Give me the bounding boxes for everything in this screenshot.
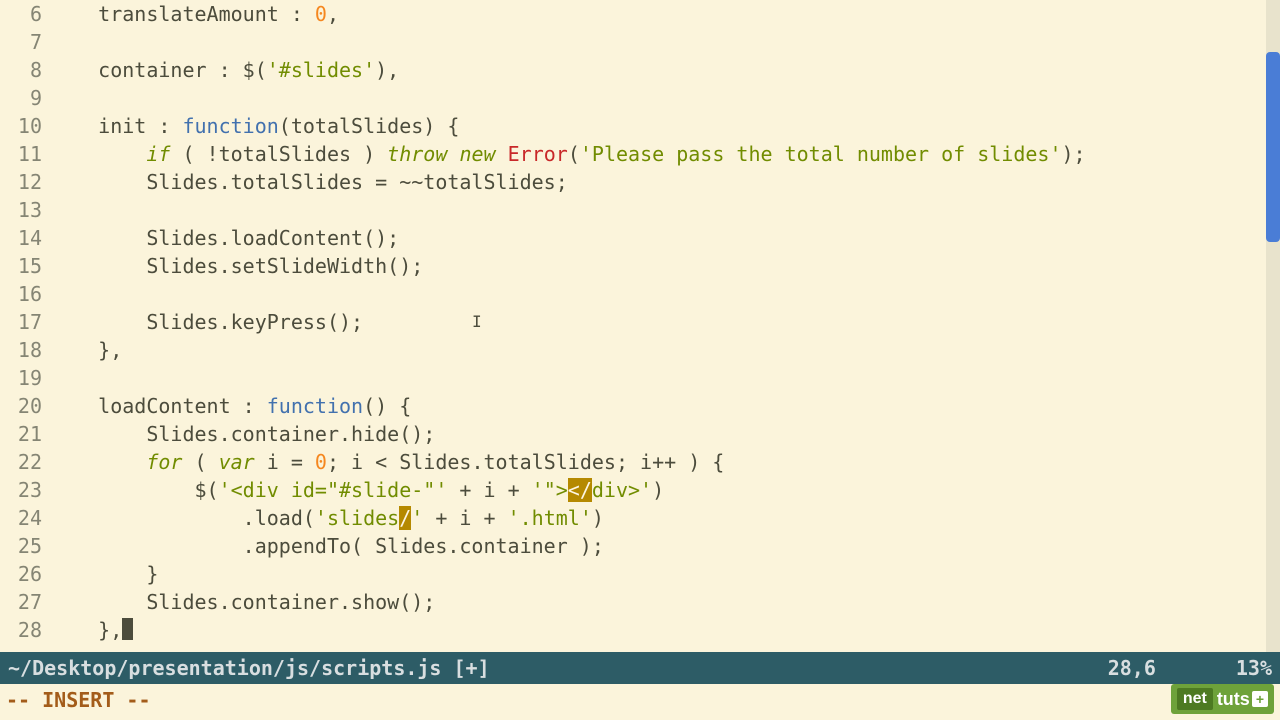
search-highlight: / (399, 506, 411, 530)
line-number: 22 (0, 448, 42, 476)
line-number: 19 (0, 364, 42, 392)
file-path: ~/Desktop/presentation/js/scripts.js [+] (8, 656, 490, 680)
editor-viewport[interactable]: 6 7 8 9 10 11 12 13 14 15 16 17 18 19 20… (0, 0, 1280, 652)
search-highlight: < (568, 478, 580, 502)
line-number: 15 (0, 252, 42, 280)
line-number: 21 (0, 420, 42, 448)
line-number: 18 (0, 336, 42, 364)
status-bar: ~/Desktop/presentation/js/scripts.js [+]… (0, 652, 1280, 684)
vertical-scrollbar[interactable] (1266, 0, 1280, 652)
line-number: 17 (0, 308, 42, 336)
scroll-percent: 13% (1236, 656, 1272, 680)
line-number: 13 (0, 196, 42, 224)
line-number: 8 (0, 56, 42, 84)
line-number: 16 (0, 280, 42, 308)
cursor-position: 28,6 (1108, 656, 1156, 680)
line-number: 25 (0, 532, 42, 560)
line-number: 27 (0, 588, 42, 616)
line-number-gutter: 6 7 8 9 10 11 12 13 14 15 16 17 18 19 20… (0, 0, 50, 652)
line-number: 12 (0, 168, 42, 196)
text-cursor (122, 618, 133, 640)
line-number: 26 (0, 560, 42, 588)
line-number: 6 (0, 0, 42, 28)
mode-line: -- INSERT -- net tuts + (0, 684, 1280, 720)
line-number: 14 (0, 224, 42, 252)
line-number: 9 (0, 84, 42, 112)
line-number: 28 (0, 616, 42, 644)
line-number: 7 (0, 28, 42, 56)
nettuts-logo: net tuts + (1171, 684, 1274, 714)
editor-mode: -- INSERT -- (6, 688, 151, 712)
line-number: 20 (0, 392, 42, 420)
code-area[interactable]: translateAmount : 0, container : $('#sli… (50, 0, 1280, 652)
search-highlight: / (580, 478, 592, 502)
line-number: 23 (0, 476, 42, 504)
line-number: 11 (0, 140, 42, 168)
line-number: 24 (0, 504, 42, 532)
scrollbar-thumb[interactable] (1266, 52, 1280, 242)
mouse-text-cursor-icon: I (472, 312, 482, 331)
line-number: 10 (0, 112, 42, 140)
